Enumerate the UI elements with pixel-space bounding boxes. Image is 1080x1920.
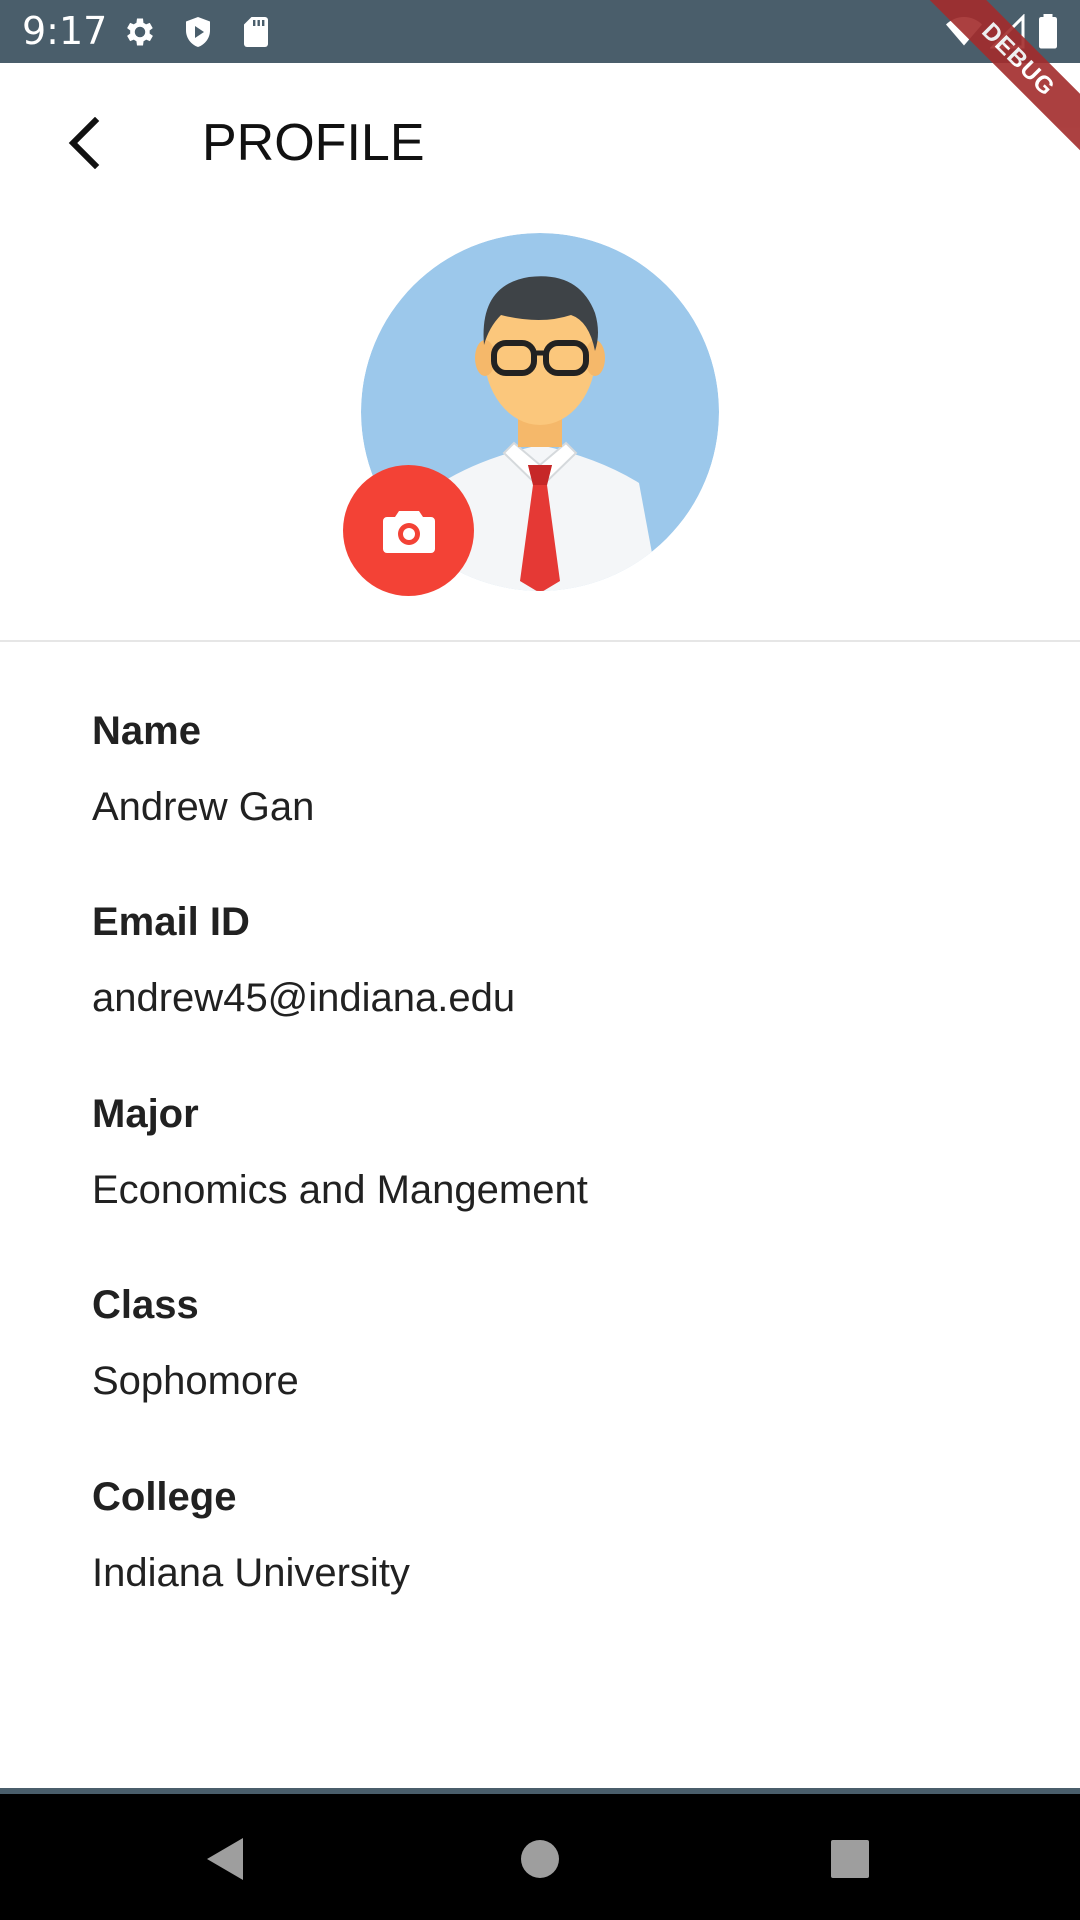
back-button[interactable] (50, 108, 120, 178)
navigation-bar (0, 1794, 1080, 1920)
chevron-left-icon (65, 116, 105, 170)
status-bar: 9:17 (0, 0, 1080, 63)
camera-icon (381, 507, 437, 555)
sd-card-icon (238, 14, 274, 50)
app-bar: PROFILE (0, 63, 1080, 226)
email-value: andrew45@indiana.edu (92, 976, 516, 1020)
nav-back-button[interactable] (190, 1824, 260, 1894)
divider (0, 640, 1080, 642)
college-label: College (92, 1475, 237, 1519)
major-value: Economics and Mangement (92, 1168, 588, 1212)
profile-screen: 9:17 DEBUG PROFILE Name Andrew Gan Email… (0, 0, 1080, 1920)
nav-home-button[interactable] (505, 1824, 575, 1894)
gear-icon (122, 14, 158, 50)
major-label: Major (92, 1092, 199, 1136)
name-label: Name (92, 709, 201, 753)
name-value: Andrew Gan (92, 785, 315, 829)
back-triangle-icon (203, 1836, 247, 1882)
email-label: Email ID (92, 900, 250, 944)
status-time: 9:17 (22, 9, 108, 53)
shield-icon (180, 14, 216, 50)
home-circle-icon (520, 1839, 560, 1879)
class-value: Sophomore (92, 1359, 299, 1403)
nav-recents-button[interactable] (815, 1824, 885, 1894)
change-photo-button[interactable] (343, 465, 474, 596)
page-title: PROFILE (202, 114, 425, 172)
class-label: Class (92, 1283, 199, 1327)
college-value: Indiana University (92, 1551, 410, 1595)
recents-square-icon (830, 1839, 870, 1879)
battery-icon (1036, 14, 1060, 50)
